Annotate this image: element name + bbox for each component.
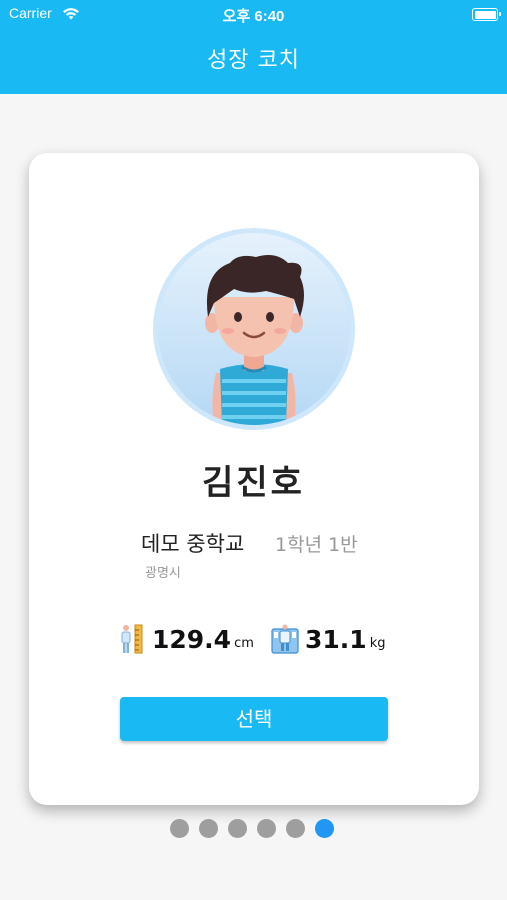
app-header: Carrier 오후 6:40 성장 코치 (0, 0, 507, 94)
page-indicator (170, 819, 344, 839)
weight-value: 31.1 (305, 624, 367, 654)
status-bar: Carrier 오후 6:40 (0, 0, 507, 28)
student-name: 김진호 (202, 463, 305, 503)
height-ruler-icon (118, 623, 144, 655)
avatar (153, 228, 355, 430)
grade-class: 1학년 1반 (275, 534, 358, 556)
page-title: 성장 코치 (207, 48, 300, 73)
boy-avatar-image (158, 233, 350, 425)
city-label: 광명시 (145, 566, 181, 581)
weight-scale-icon (271, 623, 299, 655)
school-name: 데모 중학교 (141, 532, 245, 556)
page-dot-5[interactable] (286, 819, 305, 838)
page-dot-6-active[interactable] (315, 819, 334, 838)
page-dot-1[interactable] (170, 819, 189, 838)
page-dot-3[interactable] (228, 819, 247, 838)
page-dot-2[interactable] (199, 819, 218, 838)
select-button[interactable]: 선택 (120, 697, 388, 741)
battery-icon (472, 8, 501, 21)
height-value: 129.4 (152, 624, 232, 654)
weight-unit: kg (369, 635, 386, 651)
height-unit: cm (234, 635, 254, 651)
status-time: 오후 6:40 (222, 8, 285, 25)
weight-stat: 31.1 kg (271, 622, 385, 656)
page-dot-4[interactable] (257, 819, 276, 838)
height-stat: 129.4 cm (118, 622, 254, 656)
